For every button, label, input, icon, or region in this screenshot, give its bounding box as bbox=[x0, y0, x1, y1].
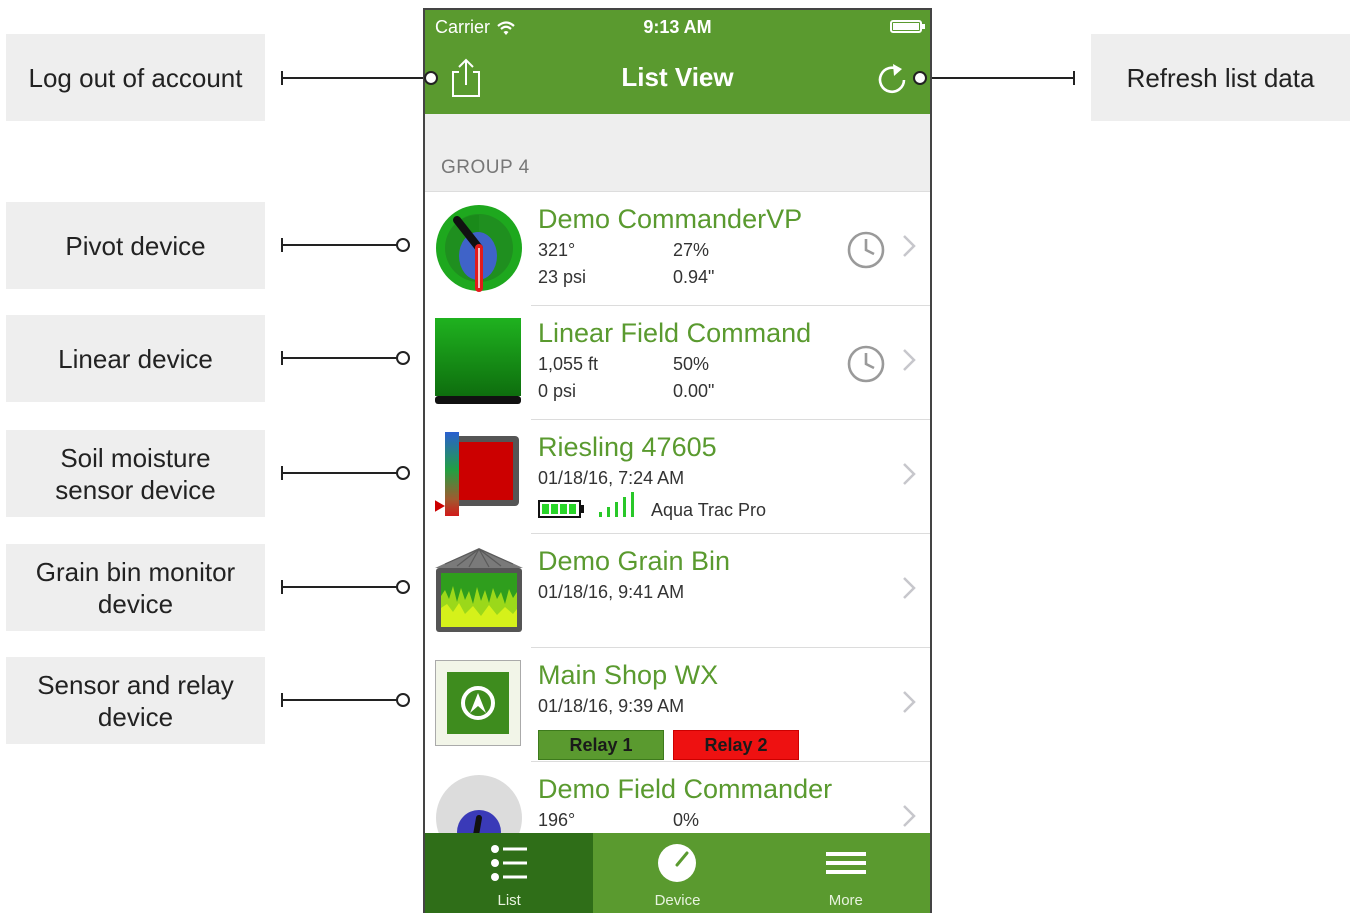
callout-grain: Grain bin monitor device bbox=[6, 544, 265, 631]
device-percent: 0% bbox=[673, 810, 700, 830]
leader-dot bbox=[396, 580, 410, 594]
callout-grain-line2: device bbox=[97, 588, 174, 619]
callout-linear-text: Linear device bbox=[58, 343, 213, 374]
chevron-right-icon bbox=[903, 691, 916, 713]
device-angle: 196° bbox=[538, 810, 576, 830]
leader-dot bbox=[396, 238, 410, 252]
chevron-right-icon bbox=[903, 463, 916, 485]
relay-2-button[interactable]: Relay 2 bbox=[673, 730, 799, 760]
leader-line-pivot bbox=[282, 244, 398, 246]
clock-icon[interactable] bbox=[846, 344, 886, 384]
leader-dot bbox=[424, 71, 438, 85]
phone-screen: Carrier 9:13 AM List View GROUP 4 Demo C… bbox=[423, 8, 932, 913]
nav-bar: List View bbox=[425, 44, 930, 114]
refresh-button[interactable] bbox=[872, 58, 912, 98]
clock-icon[interactable] bbox=[846, 230, 886, 270]
device-name: Riesling 47605 bbox=[538, 432, 717, 462]
relay-1-button[interactable]: Relay 1 bbox=[538, 730, 664, 760]
callout-linear: Linear device bbox=[6, 315, 265, 402]
callout-pivot-text: Pivot device bbox=[65, 230, 206, 261]
chevron-right-icon bbox=[903, 577, 916, 599]
leader-dot bbox=[913, 71, 927, 85]
grain-bin-icon bbox=[435, 548, 523, 632]
tab-list[interactable]: List bbox=[425, 833, 594, 913]
leader-line-logout bbox=[282, 77, 426, 79]
device-timestamp: 01/18/16, 7:24 AM bbox=[538, 468, 685, 488]
device-depth: 0.94" bbox=[673, 267, 715, 287]
leader-dot bbox=[396, 351, 410, 365]
device-pressure: 23 psi bbox=[538, 267, 587, 287]
tab-device[interactable]: Device bbox=[593, 833, 761, 913]
device-pressure: 0 psi bbox=[538, 381, 577, 401]
list-item-grain-bin[interactable]: Demo Grain Bin 01/18/16, 9:41 AM bbox=[425, 534, 930, 648]
device-angle: 321° bbox=[538, 240, 576, 260]
battery-level-icon bbox=[538, 500, 584, 518]
sensor-type: Aqua Trac Pro bbox=[651, 500, 767, 520]
list-item-sensor-relay[interactable]: Main Shop WX 01/18/16, 9:39 AM Relay 1 R… bbox=[425, 648, 930, 762]
leader-cap bbox=[1073, 71, 1075, 85]
device-list[interactable]: GROUP 4 Demo CommanderVP 321° 27% 23 psi… bbox=[425, 114, 930, 876]
device-timestamp: 01/18/16, 9:41 AM bbox=[538, 582, 685, 602]
device-timestamp: 01/18/16, 9:39 AM bbox=[538, 696, 685, 716]
chevron-right-icon bbox=[903, 349, 916, 371]
tab-list-label: List bbox=[497, 892, 521, 909]
chevron-right-icon bbox=[903, 805, 916, 827]
device-distance: 1,055 ft bbox=[538, 354, 599, 374]
soil-moisture-icon bbox=[435, 432, 519, 516]
device-name: Linear Field Command bbox=[538, 318, 812, 348]
device-percent: 50% bbox=[673, 354, 710, 374]
weather-station-icon bbox=[435, 660, 521, 746]
device-depth: 0.00" bbox=[673, 381, 715, 401]
list-icon bbox=[491, 845, 528, 881]
device-name: Demo Field Commander bbox=[538, 774, 833, 804]
tab-bar: List Device More bbox=[425, 833, 930, 913]
device-name: Demo CommanderVP bbox=[538, 204, 803, 234]
group-header-label: GROUP 4 bbox=[441, 157, 530, 178]
device-percent: 27% bbox=[673, 240, 710, 260]
status-time: 9:13 AM bbox=[643, 17, 712, 37]
refresh-icon bbox=[878, 64, 906, 94]
callout-soil-line1: Soil moisture bbox=[60, 442, 211, 473]
callout-logout-text: Log out of account bbox=[28, 62, 243, 93]
status-bar: Carrier 9:13 AM bbox=[425, 10, 930, 44]
list-item-soil-moisture[interactable]: Riesling 47605 01/18/16, 7:24 AM Aqua Tr… bbox=[425, 420, 930, 534]
leader-dot bbox=[396, 466, 410, 480]
device-name: Demo Grain Bin bbox=[538, 546, 731, 576]
battery-icon bbox=[890, 20, 925, 33]
menu-icon bbox=[825, 852, 866, 874]
callout-soil: Soil moisture sensor device bbox=[6, 430, 265, 517]
signal-strength-icon bbox=[599, 492, 634, 517]
callout-logout: Log out of account bbox=[6, 34, 265, 121]
callout-grain-line1: Grain bin monitor bbox=[35, 556, 236, 587]
leader-line-grain bbox=[282, 586, 398, 588]
leader-line-soil bbox=[282, 472, 398, 474]
callout-soil-line2: sensor device bbox=[55, 474, 216, 505]
page-title: List View bbox=[621, 62, 734, 92]
tab-more[interactable]: More bbox=[762, 833, 930, 913]
callout-relay-line2: device bbox=[97, 701, 174, 732]
list-item-pivot[interactable]: Demo CommanderVP 321° 27% 23 psi 0.94" bbox=[425, 192, 930, 306]
tab-more-label: More bbox=[828, 892, 863, 909]
callout-relay-line1: Sensor and relay bbox=[37, 669, 234, 700]
linear-icon bbox=[435, 318, 521, 404]
callout-pivot: Pivot device bbox=[6, 202, 265, 289]
list-item-linear[interactable]: Linear Field Command 1,055 ft 50% 0 psi … bbox=[425, 306, 930, 420]
leader-dot bbox=[396, 693, 410, 707]
callout-refresh-text: Refresh list data bbox=[1126, 62, 1315, 93]
leader-line-refresh bbox=[928, 77, 1074, 79]
chevron-right-icon bbox=[903, 235, 916, 257]
callout-relay: Sensor and relay device bbox=[6, 657, 265, 744]
group-header: GROUP 4 bbox=[425, 114, 930, 192]
gauge-icon bbox=[658, 844, 697, 882]
tab-device-label: Device bbox=[654, 892, 701, 909]
leader-line-relay bbox=[282, 699, 398, 701]
pivot-icon bbox=[436, 205, 522, 292]
device-name: Main Shop WX bbox=[538, 660, 719, 690]
leader-line-linear bbox=[282, 357, 398, 359]
callout-refresh: Refresh list data bbox=[1091, 34, 1350, 121]
